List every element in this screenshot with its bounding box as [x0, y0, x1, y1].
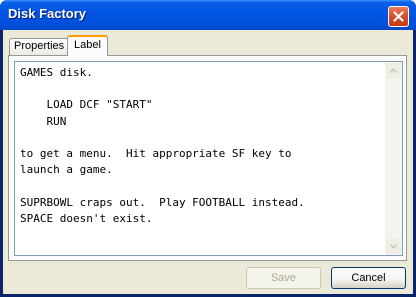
label-text[interactable]: GAMES disk. LOAD DCF "START" RUN to get … [20, 65, 380, 227]
scroll-down-button[interactable] [385, 238, 402, 255]
dialog-window: Disk Factory Properties Label GAMES disk… [0, 0, 416, 297]
title-bar[interactable]: Disk Factory [0, 0, 416, 30]
cancel-button[interactable]: Cancel [331, 267, 406, 289]
scroll-up-button[interactable] [385, 62, 402, 79]
arrow-up-icon [390, 68, 397, 73]
tab-panel-label: GAMES disk. LOAD DCF "START" RUN to get … [8, 55, 407, 261]
window-title: Disk Factory [8, 6, 87, 21]
dialog-client: Properties Label GAMES disk. LOAD DCF "S… [3, 30, 413, 294]
vertical-scrollbar[interactable] [385, 62, 402, 255]
arrow-down-icon [390, 244, 397, 249]
close-icon [393, 11, 404, 22]
close-button[interactable] [388, 6, 409, 27]
label-textarea[interactable]: GAMES disk. LOAD DCF "START" RUN to get … [14, 61, 403, 256]
save-button[interactable]: Save [246, 267, 321, 289]
tab-properties[interactable]: Properties [9, 38, 70, 55]
tab-label[interactable]: Label [67, 35, 108, 56]
